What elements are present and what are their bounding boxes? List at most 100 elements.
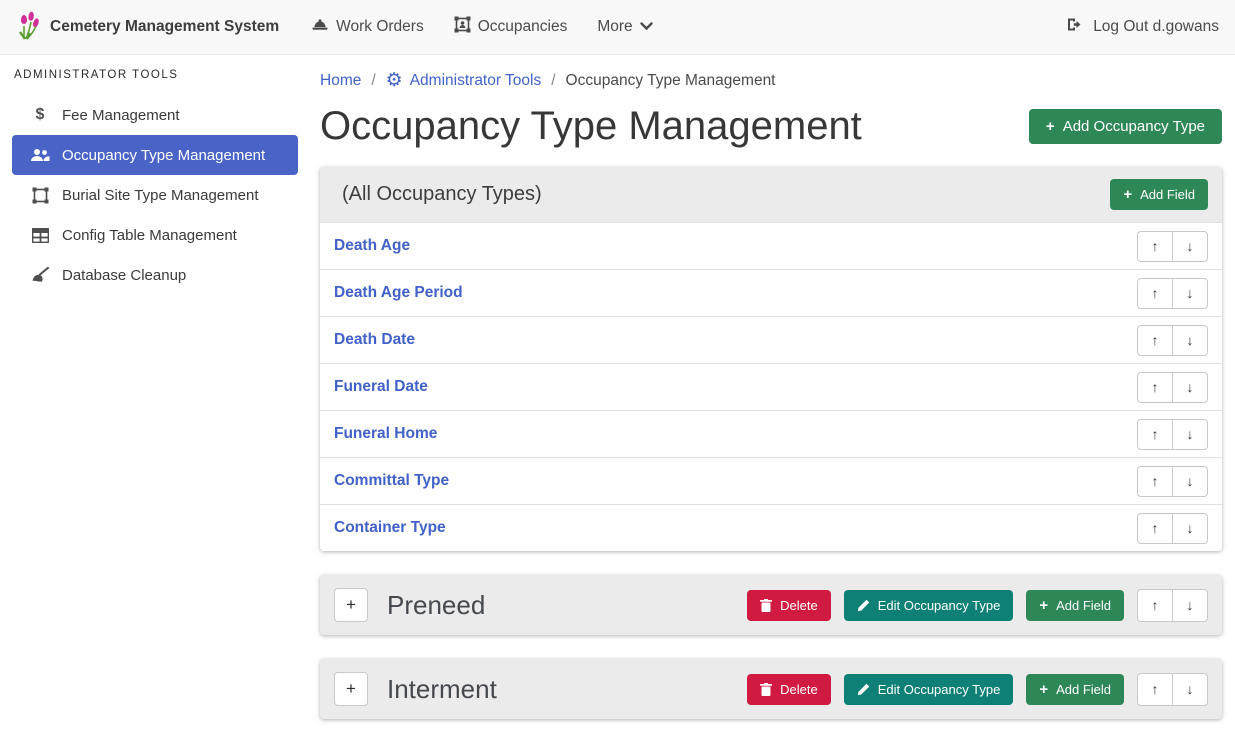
app-brand[interactable]: Cemetery Management System <box>16 10 279 45</box>
reorder-group: ↑ ↓ <box>1137 278 1208 309</box>
reorder-group: ↑ ↓ <box>1137 231 1208 262</box>
field-link[interactable]: Funeral Home <box>334 425 437 443</box>
nav-more[interactable]: More <box>597 18 652 36</box>
chevron-down-icon <box>640 18 653 36</box>
reorder-group: ↑ ↓ <box>1137 325 1208 356</box>
sidebar-item-label: Burial Site Type Management <box>62 187 259 204</box>
delete-button[interactable]: Delete <box>747 590 831 621</box>
edit-occupancy-type-label: Edit Occupancy Type <box>878 682 1001 697</box>
pencil-icon <box>857 599 870 612</box>
reorder-group: ↑ ↓ <box>1137 466 1208 497</box>
plus-icon: + <box>1039 682 1048 697</box>
field-link[interactable]: Death Age Period <box>334 284 463 302</box>
reorder-group: ↑ ↓ <box>1137 513 1208 544</box>
tulip-logo-icon <box>16 10 42 45</box>
add-field-button[interactable]: + Add Field <box>1110 179 1208 210</box>
gear-icon: ⚙ <box>386 71 403 90</box>
users-icon <box>30 148 50 162</box>
plus-icon: + <box>1039 598 1048 613</box>
move-down-button[interactable]: ↓ <box>1172 325 1208 356</box>
reorder-group: ↑ ↓ <box>1137 419 1208 450</box>
move-down-button[interactable]: ↓ <box>1172 231 1208 262</box>
breadcrumb-admin-tools-label: Administrator Tools <box>410 72 542 90</box>
move-up-button[interactable]: ↑ <box>1137 673 1173 706</box>
delete-button[interactable]: Delete <box>747 674 831 705</box>
add-occupancy-type-label: Add Occupancy Type <box>1063 118 1205 135</box>
breadcrumb-separator: / <box>371 72 375 90</box>
all-occupancy-types-header: (All Occupancy Types) + Add Field <box>320 167 1222 222</box>
trash-icon <box>760 599 772 612</box>
breadcrumb: Home / ⚙ Administrator Tools / Occupancy… <box>320 71 1222 90</box>
breadcrumb-admin-tools-link[interactable]: ⚙ Administrator Tools <box>386 71 542 90</box>
add-field-label: Add Field <box>1140 187 1195 202</box>
edit-occupancy-type-button[interactable]: Edit Occupancy Type <box>844 590 1014 621</box>
navbar-menu: Work Orders Occupancies More <box>311 16 653 38</box>
edit-occupancy-type-button[interactable]: Edit Occupancy Type <box>844 674 1014 705</box>
move-down-button[interactable]: ↓ <box>1172 466 1208 497</box>
sidebar-item-label: Occupancy Type Management <box>62 147 265 164</box>
move-up-button[interactable]: ↑ <box>1137 466 1173 497</box>
hard-hat-icon <box>311 17 329 38</box>
field-row: Container Type ↑ ↓ <box>320 504 1222 551</box>
field-row: Death Age Period ↑ ↓ <box>320 269 1222 316</box>
sidebar-item-label: Config Table Management <box>62 227 237 244</box>
nav-work-orders[interactable]: Work Orders <box>311 17 424 38</box>
add-field-button[interactable]: + Add Field <box>1026 674 1124 705</box>
logout-button[interactable]: Log Out d.gowans <box>1067 17 1219 37</box>
move-down-button[interactable]: ↓ <box>1172 278 1208 309</box>
move-up-button[interactable]: ↑ <box>1137 419 1173 450</box>
breadcrumb-home-link[interactable]: Home <box>320 72 361 90</box>
sidebar-heading: ADMINISTRATOR TOOLS <box>12 69 298 81</box>
move-up-button[interactable]: ↑ <box>1137 372 1173 403</box>
move-down-button[interactable]: ↓ <box>1172 372 1208 403</box>
move-up-button[interactable]: ↑ <box>1137 231 1173 262</box>
move-up-button[interactable]: ↑ <box>1137 325 1173 356</box>
plus-icon: + <box>1123 187 1132 202</box>
field-list: Death Age ↑ ↓ Death Age Period ↑ ↓ Death… <box>320 222 1222 551</box>
field-row: Committal Type ↑ ↓ <box>320 457 1222 504</box>
page-title: Occupancy Type Management <box>320 104 862 149</box>
move-down-button[interactable]: ↓ <box>1172 589 1208 622</box>
nav-more-label: More <box>597 18 632 36</box>
field-link[interactable]: Funeral Date <box>334 378 428 396</box>
field-row: Funeral Date ↑ ↓ <box>320 363 1222 410</box>
dollar-icon: $ <box>30 106 50 124</box>
breadcrumb-separator: / <box>551 72 555 90</box>
add-occupancy-type-button[interactable]: + Add Occupancy Type <box>1029 109 1222 144</box>
vector-square-icon <box>30 187 50 204</box>
sidebar-item-label: Database Cleanup <box>62 267 186 284</box>
field-link[interactable]: Committal Type <box>334 472 449 490</box>
sidebar-item-burial-site-type-management[interactable]: Burial Site Type Management <box>12 175 298 215</box>
sidebar-item-config-table-management[interactable]: Config Table Management <box>12 215 298 255</box>
field-link[interactable]: Death Age <box>334 237 410 255</box>
sidebar-item-label: Fee Management <box>62 107 180 124</box>
move-up-button[interactable]: ↑ <box>1137 278 1173 309</box>
sidebar-item-database-cleanup[interactable]: Database Cleanup <box>12 255 298 295</box>
move-down-button[interactable]: ↓ <box>1172 673 1208 706</box>
main-content: Home / ⚙ Administrator Tools / Occupancy… <box>320 55 1235 738</box>
move-down-button[interactable]: ↓ <box>1172 513 1208 544</box>
top-navbar: Cemetery Management System Work Orders <box>0 0 1235 55</box>
sidebar: ADMINISTRATOR TOOLS $ Fee Management Occ… <box>0 55 320 738</box>
trash-icon <box>760 683 772 696</box>
add-field-button[interactable]: + Add Field <box>1026 590 1124 621</box>
move-down-button[interactable]: ↓ <box>1172 419 1208 450</box>
delete-label: Delete <box>780 682 818 697</box>
sidebar-item-occupancy-type-management[interactable]: Occupancy Type Management <box>12 135 298 175</box>
table-icon <box>30 228 50 243</box>
pencil-icon <box>857 683 870 696</box>
sign-out-icon <box>1067 17 1085 37</box>
sidebar-item-fee-management[interactable]: $ Fee Management <box>12 95 298 135</box>
reorder-group: ↑ ↓ <box>1137 372 1208 403</box>
nav-occupancies[interactable]: Occupancies <box>454 16 568 38</box>
field-link[interactable]: Container Type <box>334 519 446 537</box>
field-link[interactable]: Death Date <box>334 331 415 349</box>
broom-icon <box>30 267 50 283</box>
delete-label: Delete <box>780 598 818 613</box>
move-up-button[interactable]: ↑ <box>1137 589 1173 622</box>
plus-icon: + <box>1046 119 1055 134</box>
expand-button[interactable]: + <box>334 672 368 706</box>
reorder-group: ↑ ↓ <box>1137 673 1208 706</box>
expand-button[interactable]: + <box>334 588 368 622</box>
move-up-button[interactable]: ↑ <box>1137 513 1173 544</box>
